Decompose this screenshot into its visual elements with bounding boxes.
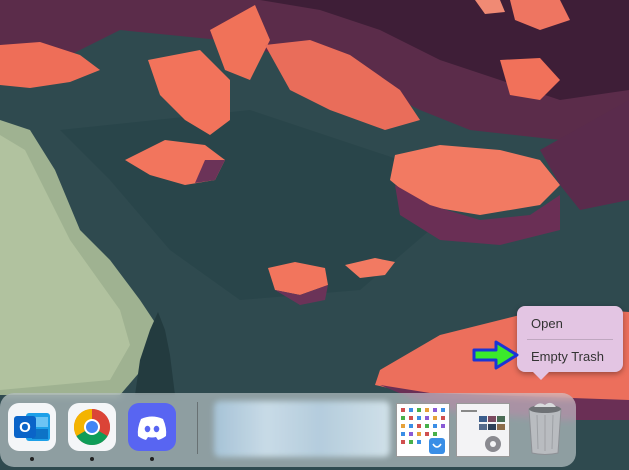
chrome-icon xyxy=(73,409,111,446)
chrome-app[interactable] xyxy=(68,403,116,451)
outlook-running-dot xyxy=(30,457,34,461)
outlook-icon: O xyxy=(14,413,50,441)
trash-icon[interactable] xyxy=(525,401,565,457)
icon-grid-thumbnail xyxy=(397,404,449,456)
blurred-minimized-windows[interactable] xyxy=(214,401,390,457)
outlook-letter: O xyxy=(19,419,31,436)
discord-running-dot xyxy=(150,457,154,461)
menu-item-open[interactable]: Open xyxy=(531,316,563,331)
chrome-running-dot xyxy=(90,457,94,461)
menu-item-empty-trash[interactable]: Empty Trash xyxy=(531,349,604,364)
outlook-app[interactable]: O xyxy=(8,403,56,451)
minimized-window-thumbnail-2[interactable] xyxy=(456,403,510,457)
discord-icon xyxy=(137,416,167,440)
dock-divider xyxy=(197,402,198,454)
discord-app[interactable] xyxy=(128,403,176,451)
minimized-window-thumbnail-1[interactable] xyxy=(396,403,450,457)
menu-separator xyxy=(527,339,613,340)
trash-context-menu: Open Empty Trash xyxy=(517,306,623,380)
dock: O xyxy=(0,393,576,467)
green-arrow-icon xyxy=(472,340,519,370)
settings-window-thumbnail xyxy=(457,404,509,456)
